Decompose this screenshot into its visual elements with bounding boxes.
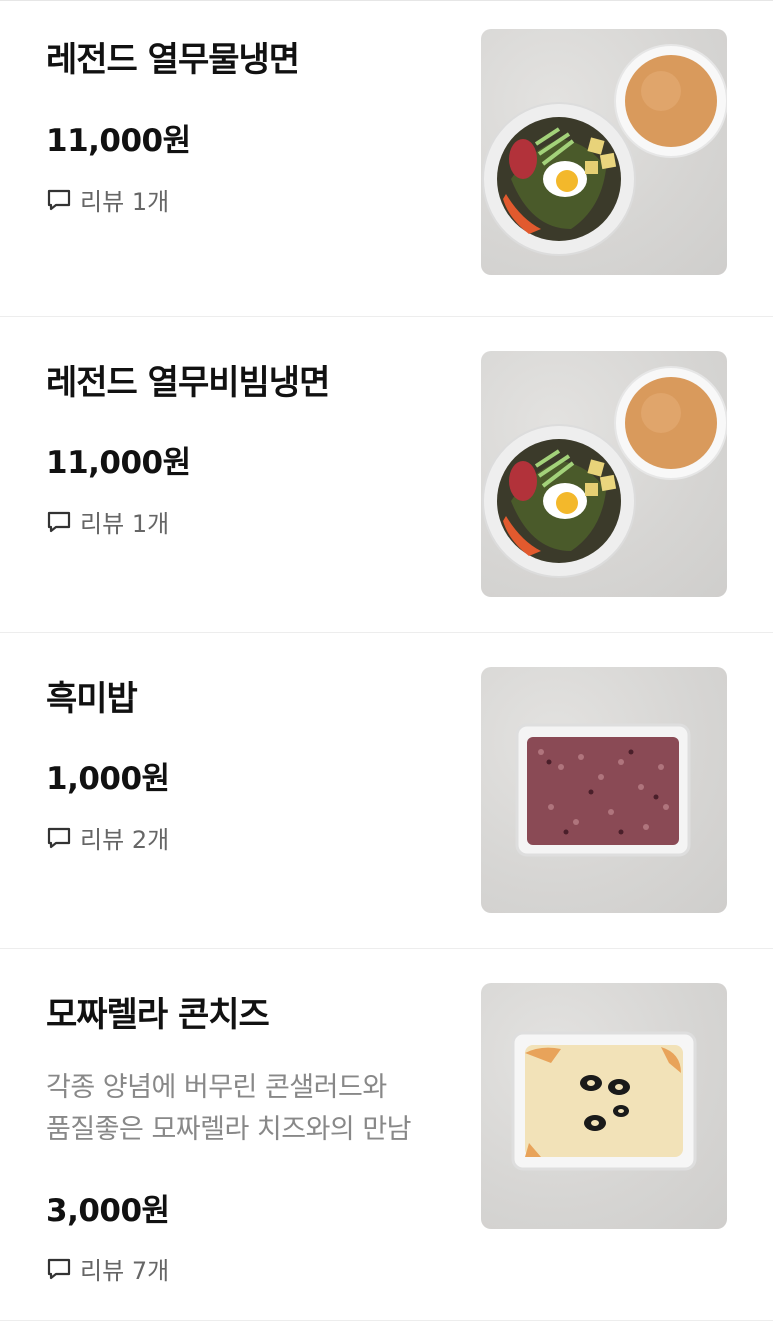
menu-item-name: 레전드 열무비빔냉면	[46, 363, 330, 403]
corn-cheese-image	[511, 1031, 697, 1171]
review-label: 리뷰	[80, 1257, 125, 1285]
comment-icon	[47, 1258, 71, 1279]
description-line: 각종 양념에 버무린 콘샐러드와	[46, 1072, 387, 1103]
menu-item-photo[interactable]	[481, 983, 727, 1229]
menu-item[interactable]: 모짜렐라 콘치즈 각종 양념에 버무린 콘샐러드와 품질좋은 모짜렐라 치즈와의…	[0, 949, 773, 1321]
review-count: 2개	[131, 826, 170, 854]
menu-item-description: 각종 양념에 버무린 콘샐러드와 품질좋은 모짜렐라 치즈와의 만남	[46, 1067, 466, 1151]
menu-item-photo[interactable]	[481, 351, 727, 597]
review-label: 리뷰	[80, 188, 125, 216]
menu-item-photo[interactable]	[481, 667, 727, 913]
review-label: 리뷰	[80, 510, 125, 538]
description-line: 품질좋은 모짜렐라 치즈와의 만남	[46, 1113, 412, 1145]
comment-icon	[47, 511, 71, 532]
review-count: 1개	[131, 510, 170, 538]
menu-list: 레전드 열무물냉면 11,000원 리뷰 1개 레전드 열무비빔냉면 11,00…	[0, 6, 773, 1321]
menu-item-price: 1,000원	[46, 761, 170, 797]
bowl-noodles-image	[482, 44, 727, 256]
review-count: 7개	[131, 1257, 170, 1285]
comment-icon	[47, 827, 71, 848]
menu-item-review[interactable]: 리뷰 7개	[46, 1251, 169, 1286]
menu-item-photo[interactable]	[481, 29, 727, 275]
menu-item[interactable]: 레전드 열무물냉면 11,000원 리뷰 1개	[0, 6, 773, 317]
menu-item[interactable]: 레전드 열무비빔냉면 11,000원 리뷰 1개	[0, 317, 773, 633]
menu-item-review[interactable]: 리뷰 1개	[46, 504, 169, 539]
menu-item-review[interactable]: 리뷰 2개	[46, 820, 169, 855]
bowl-noodles-image	[482, 366, 727, 578]
menu-item-price: 3,000원	[46, 1193, 170, 1229]
menu-item-name: 모짜렐라 콘치즈	[46, 995, 270, 1035]
menu-item-review[interactable]: 리뷰 1개	[46, 182, 169, 217]
menu-item-name: 흑미밥	[46, 679, 138, 719]
menu-item-name: 레전드 열무물냉면	[46, 40, 300, 80]
review-label: 리뷰	[80, 826, 125, 854]
menu-item-price: 11,000원	[46, 123, 191, 159]
menu-item-price: 11,000원	[46, 445, 191, 481]
menu-item[interactable]: 흑미밥 1,000원 리뷰 2개	[0, 633, 773, 949]
black-rice-image	[515, 723, 691, 857]
comment-icon	[47, 189, 71, 210]
review-count: 1개	[131, 188, 170, 216]
